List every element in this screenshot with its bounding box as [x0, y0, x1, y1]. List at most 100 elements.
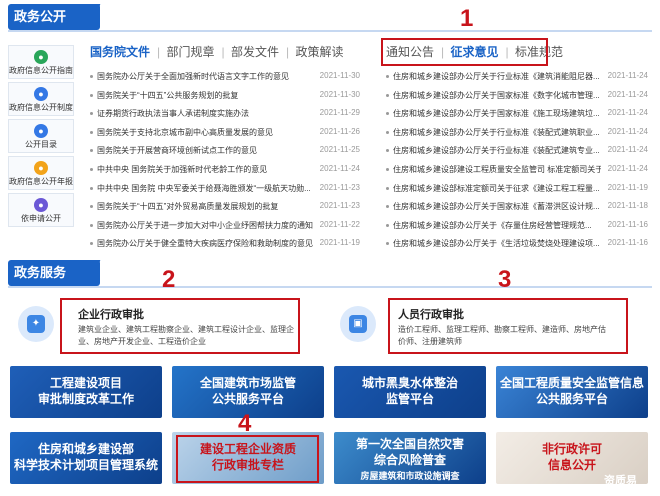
bullet-icon [90, 130, 93, 134]
tab-ministry-docs[interactable]: 部发文件 [231, 45, 279, 59]
bullet-icon [386, 186, 389, 190]
news-date: 2021-11-18 [607, 201, 648, 211]
tab-state-council-docs[interactable]: 国务院文件 [90, 45, 150, 59]
annotation-number-2: 2 [162, 266, 176, 293]
news-title: 国务院关于支持北京城市副中心高质量发展的意见 [97, 127, 273, 137]
news-item[interactable]: 住房和城乡建设部办公厅关于国家标准《施工现场建筑垃... 2021-11-24 [386, 105, 648, 124]
banner-text: 第一次全国自然灾害 [355, 437, 464, 451]
news-item[interactable]: 中共中央 国务院 中央军委关于给聂海胜颁发“一级航天功勋... 2021-11-2… [90, 180, 360, 199]
news-date: 2021-11-24 [607, 163, 648, 173]
news-title: 住房和城乡建设部办公厅关于国家标准《施工现场建筑垃... [393, 109, 600, 119]
sidebar-item-label: 政府信息公开制度 [9, 103, 73, 112]
sidebar-item-label: 依申请公开 [21, 214, 61, 223]
bullet-icon [386, 223, 389, 227]
banner-text: 工程建设项目 [49, 376, 122, 390]
news-title: 国务院关于“十四五”公共服务规划的批复 [97, 90, 239, 100]
news-item[interactable]: 住房和城乡建设部办公厅关于国家标准《蓄滞洪区设计规... 2021-11-18 [386, 198, 648, 217]
news-item[interactable]: 中共中央 国务院关于加强新时代老龄工作的意见 2021-11-24 [90, 161, 360, 180]
banner-link[interactable]: 全国工程质量安全监管信息 公共服务平台 [496, 366, 648, 418]
sidebar-item-label: 政府信息公开指南 [9, 66, 73, 75]
news-title: 国务院办公厅关于健全重特大疾病医疗保险和救助制度的意见 [97, 239, 313, 249]
sidebar-item-label: 政府信息公开年报 [9, 177, 73, 186]
banner-link[interactable]: 第一次全国自然灾害 综合风险普查 房屋建筑和市政设施调查 [334, 432, 486, 484]
news-item[interactable]: 住房和城乡建设部办公厅关于国家标准《数字化城市管理... 2021-11-24 [386, 87, 648, 106]
tab-policy-interpretation[interactable]: 政策解读 [295, 45, 343, 59]
annotation-box-2 [60, 298, 300, 354]
news-item[interactable]: 国务院办公厅关于进一步加大对中小企业纾困帮扶力度的通知 2021-11-22 [90, 217, 360, 236]
news-title: 住房和城乡建设部办公厅关于《存量住房经营管理规范... [393, 220, 592, 230]
bullet-icon [90, 242, 93, 246]
news-item[interactable]: 住房和城乡建设部建设工程质量安全监管司 标准定额司关于... 2021-11-24 [386, 161, 648, 180]
bullet-icon [90, 186, 93, 190]
news-date: 2021-11-22 [319, 219, 360, 229]
service-section-header: 政务服务 [0, 256, 660, 288]
banner-link[interactable]: 城市黑臭水体整治 监管平台 [334, 366, 486, 418]
news-title: 中共中央 国务院 中央军委关于给聂海胜颁发“一级航天功勋... [97, 183, 311, 193]
doc-icon: ● [34, 50, 48, 64]
news-date: 2021-11-29 [319, 108, 360, 118]
sidebar-item[interactable]: ● 政府信息公开制度 [8, 82, 74, 116]
banner-text: 住房和城乡建设部 [37, 442, 134, 456]
news-item[interactable]: 国务院关于“十四五”对外贸易高质量发展规划的批复 2021-11-23 [90, 198, 360, 217]
bullet-icon [90, 205, 93, 209]
news-item[interactable]: 住房和城乡建设部标准定额司关于征求《建设工程工程量... 2021-11-19 [386, 180, 648, 199]
news-item[interactable]: 国务院关于开展营商环境创新试点工作的意见 2021-11-25 [90, 142, 360, 161]
news-title: 国务院关于开展营商环境创新试点工作的意见 [97, 146, 257, 156]
compass-icon: ✦ [18, 306, 54, 342]
news-item[interactable]: 住房和城乡建设部办公厅关于行业标准《装配式建筑专业... 2021-11-24 [386, 142, 648, 161]
annotation-box-3 [388, 298, 628, 354]
news-date: 2021-11-19 [607, 182, 648, 192]
right-news-list: 住房和城乡建设部办公厅关于行业标准《建筑消能阻尼器... 2021-11-24 住房… [386, 68, 648, 254]
news-date: 2021-11-23 [319, 201, 360, 211]
banner-text: 非行政许可 [541, 442, 602, 456]
bullet-icon [90, 167, 93, 171]
news-title: 国务院办公厅关于进一步加大对中小企业纾困帮扶力度的通知 [97, 220, 313, 230]
news-date: 2021-11-30 [319, 71, 360, 80]
left-news-list: 国务院办公厅关于全面加强新时代语言文字工作的意见 2021-11-30 国务院关于“… [90, 68, 360, 254]
banner-text: 信息公开 [547, 458, 596, 472]
news-title: 中共中央 国务院关于加强新时代老龄工作的意见 [97, 164, 268, 174]
news-item[interactable]: 国务院办公厅关于全面加强新时代语言文字工作的意见 2021-11-30 [90, 68, 360, 87]
banner-text: 公共服务平台 [535, 392, 608, 406]
banner-text: 审批制度改革工作 [37, 392, 134, 406]
tab-dept-regulations[interactable]: 部门规章 [166, 45, 214, 59]
news-item[interactable]: 住房和城乡建设部办公厅关于《存量住房经营管理规范... 2021-11-16 [386, 217, 648, 236]
news-title: 住房和城乡建设部办公厅关于《生活垃圾焚烧处理建设项... [393, 239, 600, 249]
news-item[interactable]: 住房和城乡建设部办公厅关于《生活垃圾焚烧处理建设项... 2021-11-16 [386, 235, 648, 254]
sidebar-item[interactable]: ● 依申请公开 [8, 193, 74, 227]
banner-link[interactable]: 住房和城乡建设部科学技术计划项目管理系统 [10, 432, 162, 484]
sidebar-item-label: 公开目录 [25, 140, 57, 149]
sidebar-item[interactable]: ● 政府信息公开年报 [8, 156, 74, 190]
news-item[interactable]: 证券期货行政执法当事人承诺制度实施办法 2021-11-29 [90, 105, 360, 124]
news-item[interactable]: 住房和城乡建设部办公厅关于行业标准《装配式建筑职业... 2021-11-24 [386, 124, 648, 143]
news-title: 住房和城乡建设部标准定额司关于征求《建设工程工程量... [393, 183, 600, 193]
annotation-box-4 [176, 435, 319, 483]
service-section-title: 政务服务 [8, 260, 112, 286]
news-title: 国务院关于“十四五”对外贸易高质量发展规划的批复 [97, 202, 279, 212]
news-item[interactable]: 国务院关于支持北京城市副中心高质量发展的意见 2021-11-26 [90, 124, 360, 143]
news-item[interactable]: 国务院关于“十四五”公共服务规划的批复 2021-11-30 [90, 87, 360, 106]
news-date: 2021-11-30 [319, 89, 360, 99]
bullet-icon [386, 93, 389, 97]
annotation-number-3: 3 [498, 266, 512, 293]
sidebar-item[interactable]: ● 公开目录 [8, 119, 74, 153]
news-item[interactable]: 住房和城乡建设部办公厅关于行业标准《建筑消能阻尼器... 2021-11-24 [386, 68, 648, 87]
news-date: 2021-11-24 [607, 108, 648, 118]
news-item[interactable]: 国务院办公厅关于健全重特大疾病医疗保险和救助制度的意见 2021-11-19 [90, 235, 360, 254]
doc-icon: ● [34, 87, 48, 101]
bullet-icon [90, 75, 93, 78]
bullet-icon [386, 112, 389, 116]
sidebar-item[interactable]: ● 政府信息公开指南 [8, 45, 74, 79]
news-title: 国务院办公厅关于全面加强新时代语言文字工作的意见 [97, 72, 289, 81]
gov-section-divider [8, 30, 652, 32]
banner-text: 科学技术计划项目管理系统 [13, 458, 158, 472]
news-title: 住房和城乡建设部办公厅关于行业标准《装配式建筑专业... [393, 146, 600, 156]
news-title: 证券期货行政执法当事人承诺制度实施办法 [97, 109, 249, 119]
news-date: 2021-11-16 [607, 219, 648, 229]
watermark-text: 资质易 [604, 475, 637, 487]
left-tabs: 国务院文件 | 部门规章 | 部发文件 | 政策解读 [90, 45, 344, 59]
news-date: 2021-11-16 [607, 238, 648, 248]
banner-link[interactable]: 工程建设项目 审批制度改革工作 [10, 366, 162, 418]
news-date: 2021-11-24 [607, 71, 648, 80]
news-title: 住房和城乡建设部办公厅关于国家标准《蓄滞洪区设计规... [393, 202, 600, 212]
